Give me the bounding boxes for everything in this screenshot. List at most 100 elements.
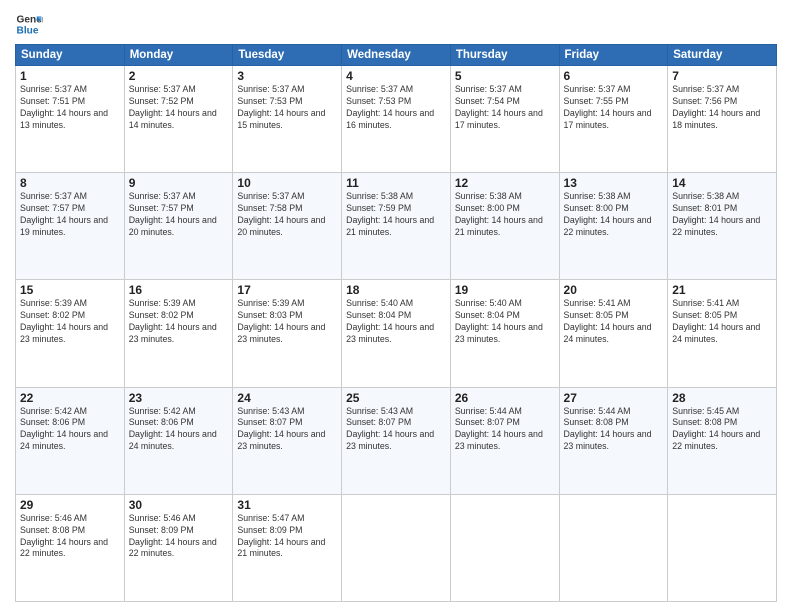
cell-day-number: 5 [455,69,555,83]
calendar-cell-15: 15Sunrise: 5:39 AMSunset: 8:02 PMDayligh… [16,280,125,387]
cell-day-number: 12 [455,176,555,190]
cell-day-number: 13 [564,176,664,190]
empty-cell [668,494,777,601]
calendar-week-4: 29Sunrise: 5:46 AMSunset: 8:08 PMDayligh… [16,494,777,601]
day-header-sunday: Sunday [16,45,125,66]
calendar-table: SundayMondayTuesdayWednesdayThursdayFrid… [15,44,777,602]
calendar-cell-2: 2Sunrise: 5:37 AMSunset: 7:52 PMDaylight… [124,66,233,173]
cell-details: Sunrise: 5:41 AMSunset: 8:05 PMDaylight:… [672,298,772,346]
cell-day-number: 6 [564,69,664,83]
day-header-tuesday: Tuesday [233,45,342,66]
cell-details: Sunrise: 5:37 AMSunset: 7:56 PMDaylight:… [672,84,772,132]
calendar-cell-25: 25Sunrise: 5:43 AMSunset: 8:07 PMDayligh… [342,387,451,494]
cell-day-number: 3 [237,69,337,83]
cell-day-number: 18 [346,283,446,297]
calendar-cell-23: 23Sunrise: 5:42 AMSunset: 8:06 PMDayligh… [124,387,233,494]
calendar-cell-31: 31Sunrise: 5:47 AMSunset: 8:09 PMDayligh… [233,494,342,601]
cell-details: Sunrise: 5:44 AMSunset: 8:07 PMDaylight:… [455,406,555,454]
cell-details: Sunrise: 5:41 AMSunset: 8:05 PMDaylight:… [564,298,664,346]
cell-details: Sunrise: 5:42 AMSunset: 8:06 PMDaylight:… [129,406,229,454]
cell-details: Sunrise: 5:38 AMSunset: 7:59 PMDaylight:… [346,191,446,239]
cell-details: Sunrise: 5:38 AMSunset: 8:00 PMDaylight:… [455,191,555,239]
cell-day-number: 19 [455,283,555,297]
cell-day-number: 14 [672,176,772,190]
logo: General Blue [15,10,43,38]
empty-cell [559,494,668,601]
cell-day-number: 10 [237,176,337,190]
calendar-cell-30: 30Sunrise: 5:46 AMSunset: 8:09 PMDayligh… [124,494,233,601]
calendar-cell-20: 20Sunrise: 5:41 AMSunset: 8:05 PMDayligh… [559,280,668,387]
header: General Blue [15,10,777,38]
logo-icon: General Blue [15,10,43,38]
cell-details: Sunrise: 5:39 AMSunset: 8:02 PMDaylight:… [20,298,120,346]
cell-details: Sunrise: 5:37 AMSunset: 7:51 PMDaylight:… [20,84,120,132]
cell-day-number: 15 [20,283,120,297]
empty-cell [450,494,559,601]
cell-details: Sunrise: 5:37 AMSunset: 7:55 PMDaylight:… [564,84,664,132]
cell-day-number: 16 [129,283,229,297]
calendar-cell-11: 11Sunrise: 5:38 AMSunset: 7:59 PMDayligh… [342,173,451,280]
cell-details: Sunrise: 5:43 AMSunset: 8:07 PMDaylight:… [237,406,337,454]
calendar-cell-21: 21Sunrise: 5:41 AMSunset: 8:05 PMDayligh… [668,280,777,387]
cell-day-number: 7 [672,69,772,83]
cell-day-number: 24 [237,391,337,405]
day-header-thursday: Thursday [450,45,559,66]
calendar-week-0: 1Sunrise: 5:37 AMSunset: 7:51 PMDaylight… [16,66,777,173]
cell-details: Sunrise: 5:45 AMSunset: 8:08 PMDaylight:… [672,406,772,454]
calendar-body: 1Sunrise: 5:37 AMSunset: 7:51 PMDaylight… [16,66,777,602]
calendar-cell-9: 9Sunrise: 5:37 AMSunset: 7:57 PMDaylight… [124,173,233,280]
calendar-cell-22: 22Sunrise: 5:42 AMSunset: 8:06 PMDayligh… [16,387,125,494]
day-header-wednesday: Wednesday [342,45,451,66]
cell-day-number: 25 [346,391,446,405]
cell-day-number: 26 [455,391,555,405]
calendar-cell-3: 3Sunrise: 5:37 AMSunset: 7:53 PMDaylight… [233,66,342,173]
cell-details: Sunrise: 5:47 AMSunset: 8:09 PMDaylight:… [237,513,337,561]
day-header-monday: Monday [124,45,233,66]
calendar-cell-8: 8Sunrise: 5:37 AMSunset: 7:57 PMDaylight… [16,173,125,280]
cell-day-number: 22 [20,391,120,405]
calendar-cell-14: 14Sunrise: 5:38 AMSunset: 8:01 PMDayligh… [668,173,777,280]
cell-day-number: 23 [129,391,229,405]
calendar-cell-6: 6Sunrise: 5:37 AMSunset: 7:55 PMDaylight… [559,66,668,173]
cell-day-number: 30 [129,498,229,512]
day-header-friday: Friday [559,45,668,66]
calendar-cell-12: 12Sunrise: 5:38 AMSunset: 8:00 PMDayligh… [450,173,559,280]
cell-details: Sunrise: 5:37 AMSunset: 7:57 PMDaylight:… [20,191,120,239]
cell-details: Sunrise: 5:39 AMSunset: 8:02 PMDaylight:… [129,298,229,346]
calendar-cell-29: 29Sunrise: 5:46 AMSunset: 8:08 PMDayligh… [16,494,125,601]
calendar-week-3: 22Sunrise: 5:42 AMSunset: 8:06 PMDayligh… [16,387,777,494]
cell-day-number: 2 [129,69,229,83]
calendar-cell-24: 24Sunrise: 5:43 AMSunset: 8:07 PMDayligh… [233,387,342,494]
cell-day-number: 27 [564,391,664,405]
cell-day-number: 31 [237,498,337,512]
svg-text:Blue: Blue [17,25,39,36]
cell-details: Sunrise: 5:37 AMSunset: 7:53 PMDaylight:… [237,84,337,132]
calendar-cell-26: 26Sunrise: 5:44 AMSunset: 8:07 PMDayligh… [450,387,559,494]
cell-details: Sunrise: 5:37 AMSunset: 7:53 PMDaylight:… [346,84,446,132]
calendar-week-2: 15Sunrise: 5:39 AMSunset: 8:02 PMDayligh… [16,280,777,387]
calendar-cell-28: 28Sunrise: 5:45 AMSunset: 8:08 PMDayligh… [668,387,777,494]
cell-details: Sunrise: 5:46 AMSunset: 8:09 PMDaylight:… [129,513,229,561]
cell-details: Sunrise: 5:37 AMSunset: 7:52 PMDaylight:… [129,84,229,132]
cell-details: Sunrise: 5:40 AMSunset: 8:04 PMDaylight:… [346,298,446,346]
cell-day-number: 4 [346,69,446,83]
calendar-cell-16: 16Sunrise: 5:39 AMSunset: 8:02 PMDayligh… [124,280,233,387]
cell-details: Sunrise: 5:39 AMSunset: 8:03 PMDaylight:… [237,298,337,346]
calendar-cell-27: 27Sunrise: 5:44 AMSunset: 8:08 PMDayligh… [559,387,668,494]
calendar-cell-5: 5Sunrise: 5:37 AMSunset: 7:54 PMDaylight… [450,66,559,173]
calendar-cell-7: 7Sunrise: 5:37 AMSunset: 7:56 PMDaylight… [668,66,777,173]
cell-day-number: 8 [20,176,120,190]
calendar-week-1: 8Sunrise: 5:37 AMSunset: 7:57 PMDaylight… [16,173,777,280]
calendar-cell-13: 13Sunrise: 5:38 AMSunset: 8:00 PMDayligh… [559,173,668,280]
cell-details: Sunrise: 5:42 AMSunset: 8:06 PMDaylight:… [20,406,120,454]
calendar-cell-18: 18Sunrise: 5:40 AMSunset: 8:04 PMDayligh… [342,280,451,387]
empty-cell [342,494,451,601]
page: General Blue SundayMondayTuesdayWednesda… [0,0,792,612]
cell-day-number: 29 [20,498,120,512]
cell-day-number: 1 [20,69,120,83]
cell-details: Sunrise: 5:43 AMSunset: 8:07 PMDaylight:… [346,406,446,454]
cell-details: Sunrise: 5:46 AMSunset: 8:08 PMDaylight:… [20,513,120,561]
cell-details: Sunrise: 5:44 AMSunset: 8:08 PMDaylight:… [564,406,664,454]
calendar-cell-17: 17Sunrise: 5:39 AMSunset: 8:03 PMDayligh… [233,280,342,387]
cell-day-number: 9 [129,176,229,190]
